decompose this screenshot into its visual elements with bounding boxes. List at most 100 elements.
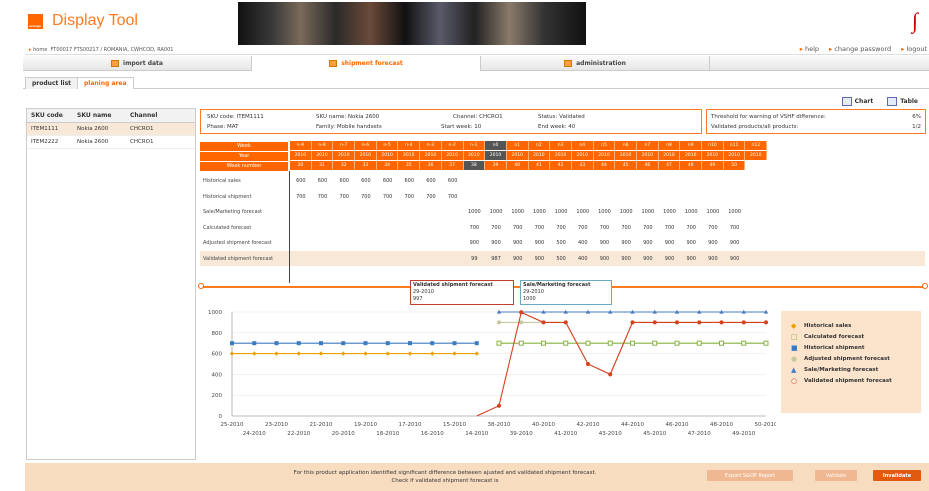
data-point[interactable] xyxy=(741,340,747,346)
data-point[interactable] xyxy=(697,320,702,325)
legend-item[interactable]: ◆ Historical sales xyxy=(791,322,911,330)
grid-cell[interactable]: 600 xyxy=(355,178,377,184)
grid-cell[interactable]: 900 xyxy=(724,240,746,246)
grid-cell[interactable]: 700 xyxy=(550,225,572,231)
grid-cell[interactable]: 900 xyxy=(594,240,616,246)
grid-cell[interactable]: 900 xyxy=(724,256,746,262)
grid-cell[interactable]: 700 xyxy=(724,225,746,231)
data-point[interactable] xyxy=(252,351,257,356)
grid-cell[interactable]: 600 xyxy=(312,178,334,184)
sku-col-header[interactable]: SKU name xyxy=(77,112,130,119)
data-point[interactable] xyxy=(274,351,279,356)
data-point[interactable] xyxy=(274,341,279,346)
grid-cell[interactable]: 1000 xyxy=(615,209,637,215)
grid-cell[interactable]: 1000 xyxy=(659,209,681,215)
grid-cell[interactable]: 600 xyxy=(290,178,312,184)
grid-cell[interactable]: 900 xyxy=(659,240,681,246)
grid-cell[interactable]: 600 xyxy=(442,178,464,184)
data-point[interactable] xyxy=(675,320,679,325)
data-point[interactable] xyxy=(608,372,613,377)
toplink-logout[interactable]: ▸ logout xyxy=(901,45,927,53)
grid-cell[interactable]: 700 xyxy=(615,225,637,231)
grid-cell[interactable]: 900 xyxy=(702,256,724,262)
sku-row[interactable]: ITEM1111 Nokia 2600 CHCRO1 xyxy=(27,123,195,136)
data-point[interactable] xyxy=(385,341,390,346)
grid-cell[interactable]: 987 xyxy=(485,256,507,262)
grid-cell[interactable]: 1000 xyxy=(724,209,746,215)
export-report-button[interactable]: Export S&OP Report xyxy=(707,470,793,481)
grid-cell[interactable]: 1000 xyxy=(637,209,659,215)
legend-item[interactable]: ● Adjusted shipment forecast xyxy=(791,355,911,363)
data-point[interactable] xyxy=(408,341,412,346)
grid-cell[interactable]: 1000 xyxy=(507,209,529,215)
legend-item[interactable]: ○ Validated shipment forecast xyxy=(791,377,911,385)
grid-cell[interactable]: 900 xyxy=(702,240,724,246)
grid-cell[interactable]: 900 xyxy=(659,256,681,262)
data-point[interactable] xyxy=(430,341,435,346)
grid-cell[interactable]: 400 xyxy=(572,256,594,262)
data-point[interactable] xyxy=(385,351,390,356)
grid-cell[interactable]: 600 xyxy=(377,178,399,184)
grid-cell[interactable]: 1000 xyxy=(550,209,572,215)
data-point[interactable] xyxy=(674,340,680,346)
data-point[interactable] xyxy=(318,351,324,356)
grid-cell[interactable]: 900 xyxy=(594,256,616,262)
grid-cell[interactable]: 700 xyxy=(485,225,507,231)
grid-cell[interactable]: 700 xyxy=(529,225,551,231)
data-point[interactable] xyxy=(341,341,346,346)
toplink-help[interactable]: ▸ help xyxy=(800,45,819,53)
grid-cell[interactable]: 900 xyxy=(529,256,551,262)
data-point[interactable] xyxy=(407,351,413,356)
grid-cell[interactable]: 900 xyxy=(615,240,637,246)
grid-cell[interactable]: 99 xyxy=(464,256,486,262)
data-point[interactable] xyxy=(519,310,524,315)
grid-cell[interactable]: 700 xyxy=(637,225,659,231)
data-point[interactable] xyxy=(696,340,702,346)
grid-cell[interactable]: 900 xyxy=(615,256,637,262)
breadcrumb-home[interactable]: home xyxy=(33,47,47,53)
grid-cell[interactable]: 700 xyxy=(702,225,724,231)
grid-cell[interactable]: 1000 xyxy=(680,209,702,215)
nav-tab-shipment-forecast[interactable]: shipment forecast xyxy=(252,56,481,71)
data-point[interactable] xyxy=(541,320,546,325)
grid-cell[interactable]: 700 xyxy=(659,225,681,231)
data-point[interactable] xyxy=(341,351,346,356)
data-point[interactable] xyxy=(607,340,613,346)
grid-cell[interactable]: 1000 xyxy=(572,209,594,215)
data-point[interactable] xyxy=(497,403,501,408)
subtab-planing-area[interactable]: planing area xyxy=(77,77,134,89)
grid-cell[interactable]: 700 xyxy=(680,225,702,231)
grid-cell[interactable]: 700 xyxy=(290,194,312,200)
grid-cell[interactable]: 700 xyxy=(355,194,377,200)
grid-cell[interactable]: 700 xyxy=(594,225,616,231)
data-point[interactable] xyxy=(430,351,435,356)
data-point[interactable] xyxy=(252,341,257,346)
grid-cell[interactable]: 700 xyxy=(398,194,420,200)
grid-cell[interactable]: 500 xyxy=(550,240,572,246)
grid-cell[interactable]: 900 xyxy=(507,256,529,262)
data-point[interactable] xyxy=(652,320,657,325)
data-point[interactable] xyxy=(319,341,323,346)
data-point[interactable] xyxy=(541,340,546,346)
grid-cell[interactable]: 900 xyxy=(637,240,659,246)
validate-button[interactable]: Validate xyxy=(815,470,857,481)
invalidate-button[interactable]: Invalidate xyxy=(873,470,921,481)
data-point[interactable] xyxy=(652,340,658,346)
grid-cell[interactable]: 700 xyxy=(377,194,399,200)
grid-cell[interactable]: 900 xyxy=(637,256,659,262)
grid-cell[interactable]: 900 xyxy=(507,240,529,246)
data-point[interactable] xyxy=(452,351,457,356)
nav-tab-administration[interactable]: administration xyxy=(481,56,710,71)
data-point[interactable] xyxy=(474,351,479,356)
subtab-product-list[interactable]: product list xyxy=(25,77,79,89)
grid-cell[interactable]: 1000 xyxy=(594,209,616,215)
grid-cell[interactable]: 700 xyxy=(572,225,594,231)
data-point[interactable] xyxy=(363,341,368,346)
grid-cell[interactable]: 900 xyxy=(464,240,486,246)
data-point[interactable] xyxy=(452,341,457,346)
data-point[interactable] xyxy=(630,320,635,325)
grid-cell[interactable]: 700 xyxy=(333,194,355,200)
grid-cell[interactable]: 1000 xyxy=(464,209,486,215)
grid-cell[interactable]: 600 xyxy=(333,178,355,184)
grid-cell[interactable]: 700 xyxy=(464,225,486,231)
